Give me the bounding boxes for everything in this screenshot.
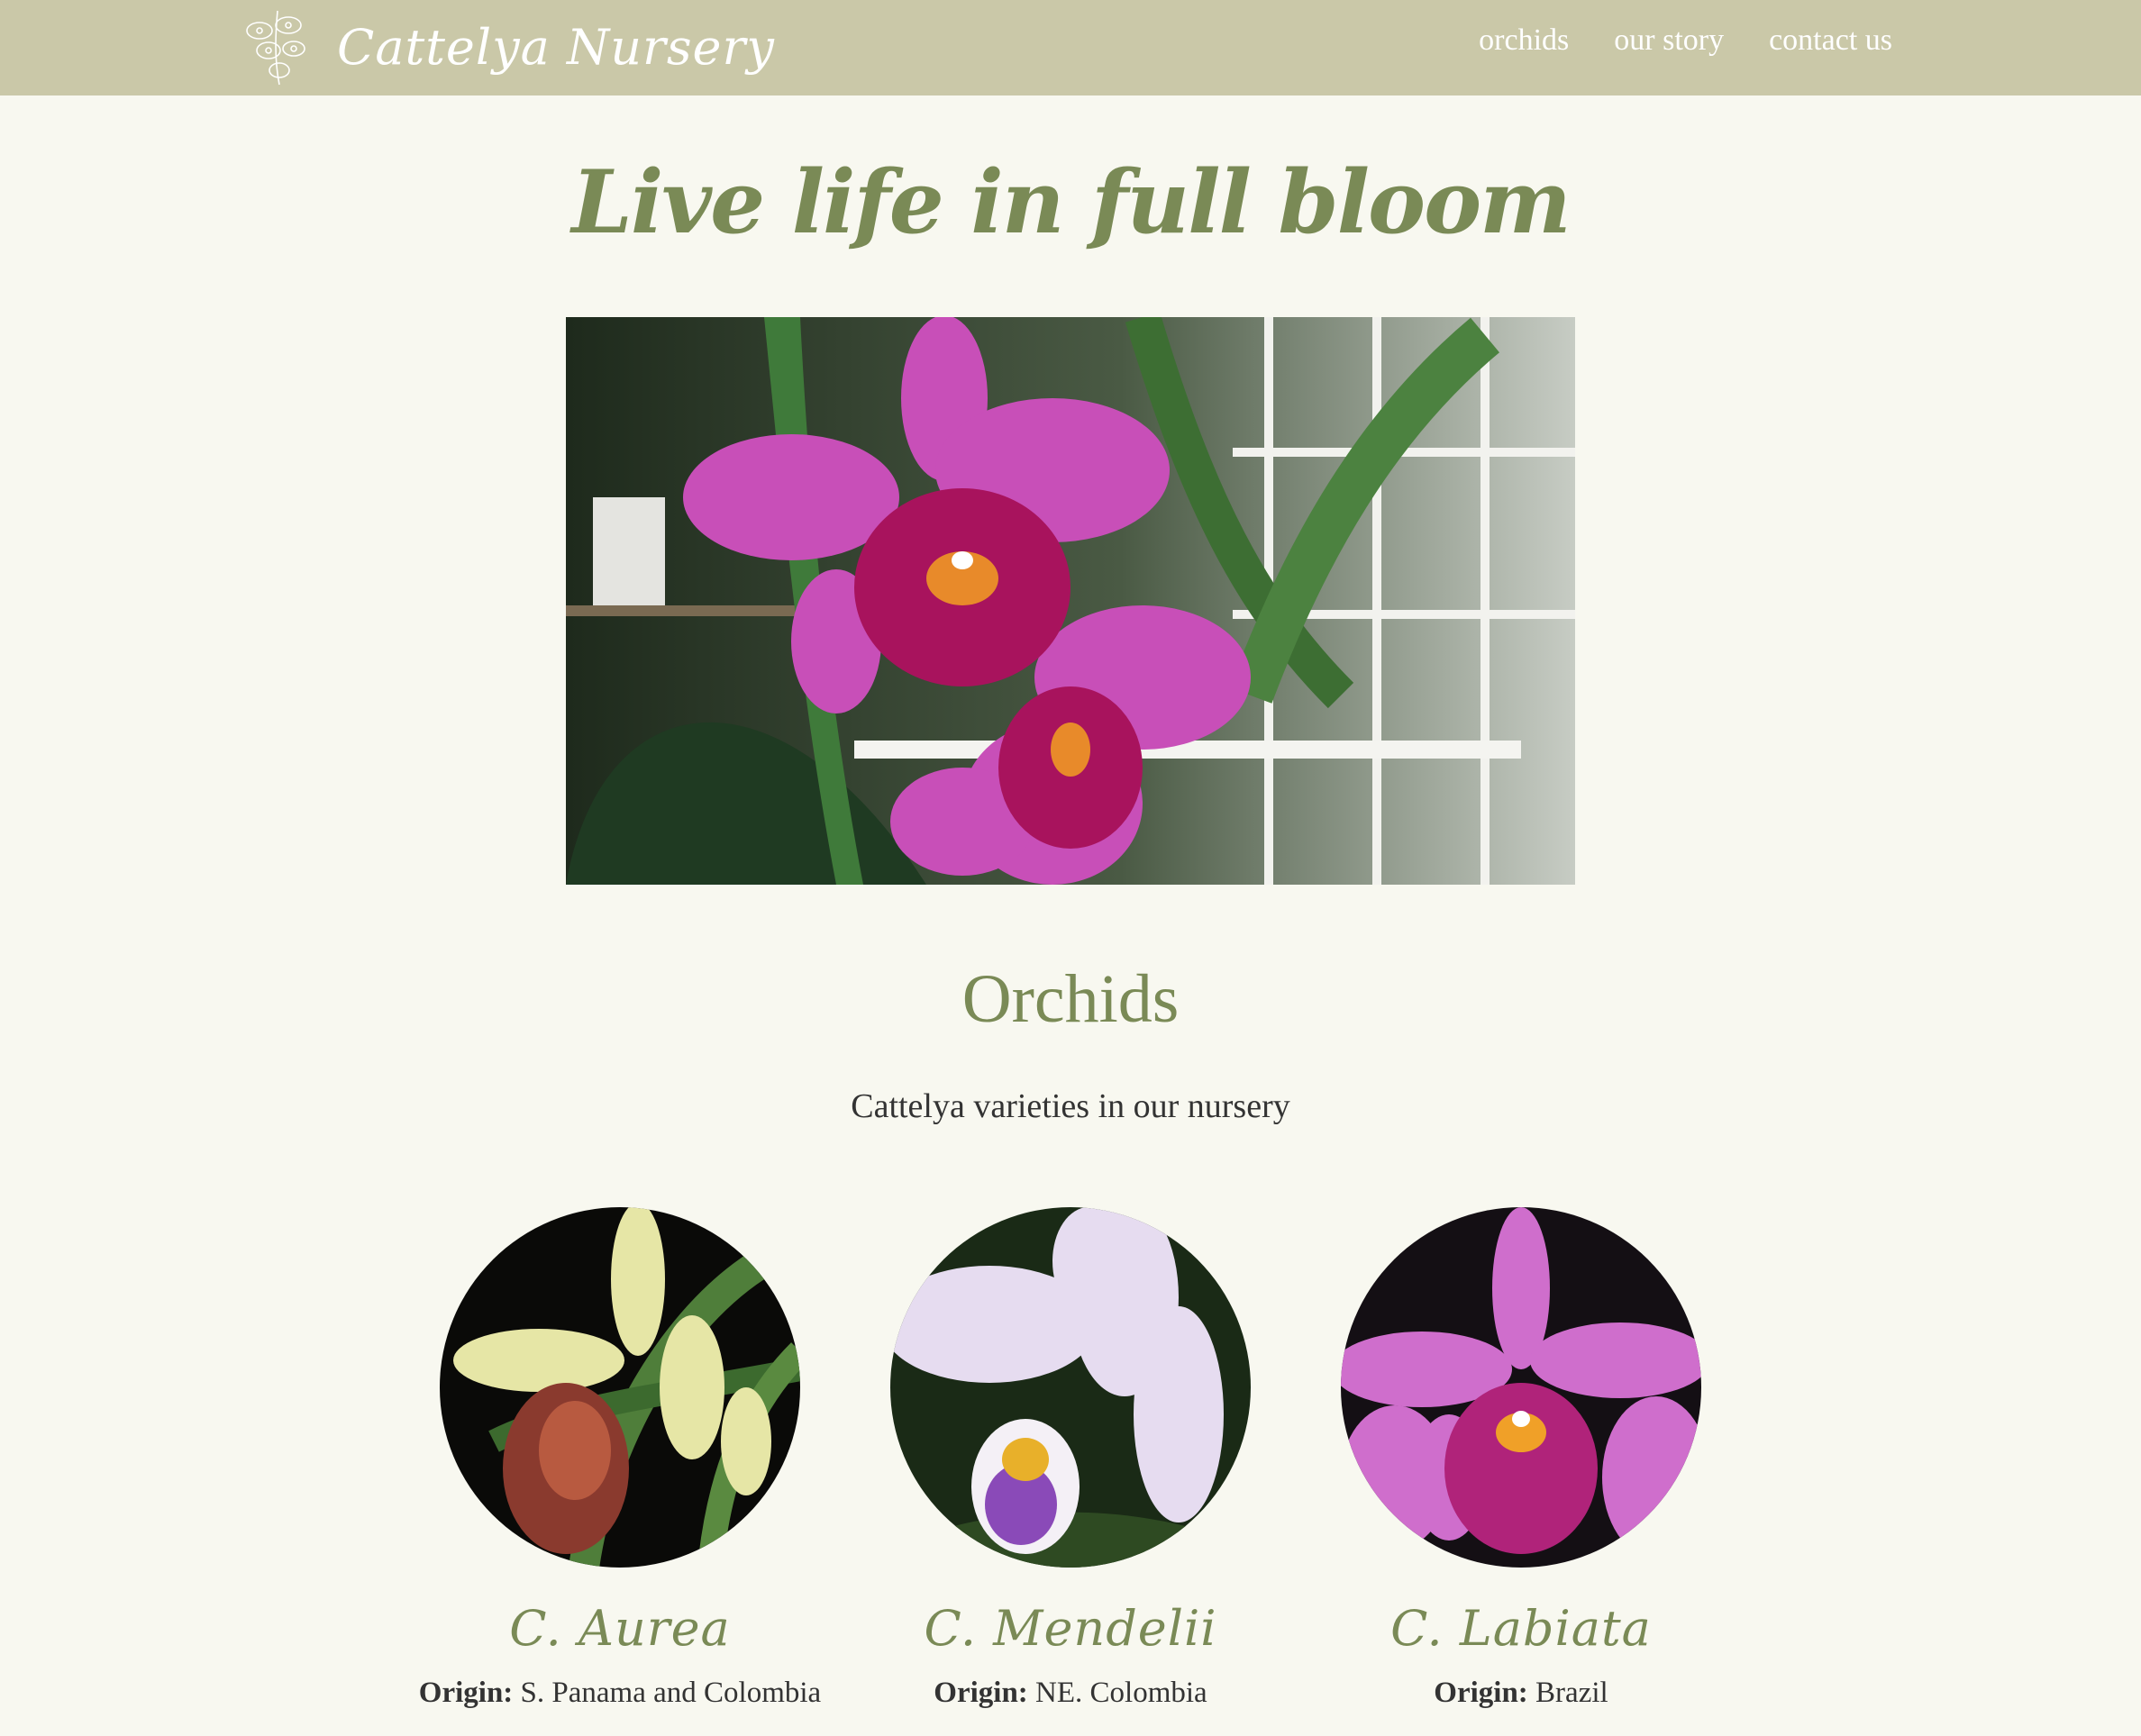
- variety-origin: Origin: S. Panama and Colombia: [395, 1677, 845, 1710]
- origin-value: S. Panama and Colombia: [520, 1677, 822, 1709]
- section-subtitle: Cattelya varieties in our nursery: [851, 1087, 1290, 1125]
- origin-value: Brazil: [1535, 1677, 1608, 1709]
- navbar: Cattelya Nursery orchids our story conta…: [0, 0, 2141, 95]
- variety-origin: Origin: NE. Colombia: [845, 1677, 1296, 1710]
- variety-image-aurea: [440, 1207, 800, 1568]
- origin-label: Origin:: [934, 1677, 1028, 1709]
- variety-name: C. Mendelii: [924, 1600, 1217, 1657]
- section-title: Orchids: [961, 961, 1180, 1037]
- variety-image-labiata: [1341, 1207, 1701, 1568]
- origin-label: Origin:: [1434, 1677, 1528, 1709]
- nav-link-contact-us[interactable]: contact us: [1769, 23, 1892, 58]
- logo[interactable]: Cattelya Nursery: [232, 4, 775, 90]
- origin-label: Origin:: [418, 1677, 514, 1709]
- variety-name: C. Aurea: [509, 1600, 731, 1657]
- origin-value: NE. Colombia: [1035, 1677, 1207, 1709]
- variety-card: C. Aurea Origin: S. Panama and Colombia: [395, 1207, 845, 1710]
- nav-link-orchids[interactable]: orchids: [1479, 23, 1569, 58]
- nav-link-our-story[interactable]: our story: [1614, 23, 1724, 58]
- variety-origin: Origin: Brazil: [1296, 1677, 1746, 1710]
- variety-name: C. Labiata: [1390, 1600, 1652, 1657]
- variety-card: C. Mendelii Origin: NE. Colombia: [845, 1207, 1296, 1710]
- variety-card: C. Labiata Origin: Brazil: [1296, 1207, 1746, 1710]
- brand-name[interactable]: Cattelya Nursery: [337, 19, 775, 76]
- hero-orchid-image: [566, 312, 1575, 885]
- hero-title: Live life in full bloom: [571, 151, 1571, 253]
- orchid-logo-icon: [246, 10, 305, 86]
- variety-image-mendelii: [890, 1207, 1251, 1568]
- main-nav: orchids our story contact us: [1479, 23, 1892, 58]
